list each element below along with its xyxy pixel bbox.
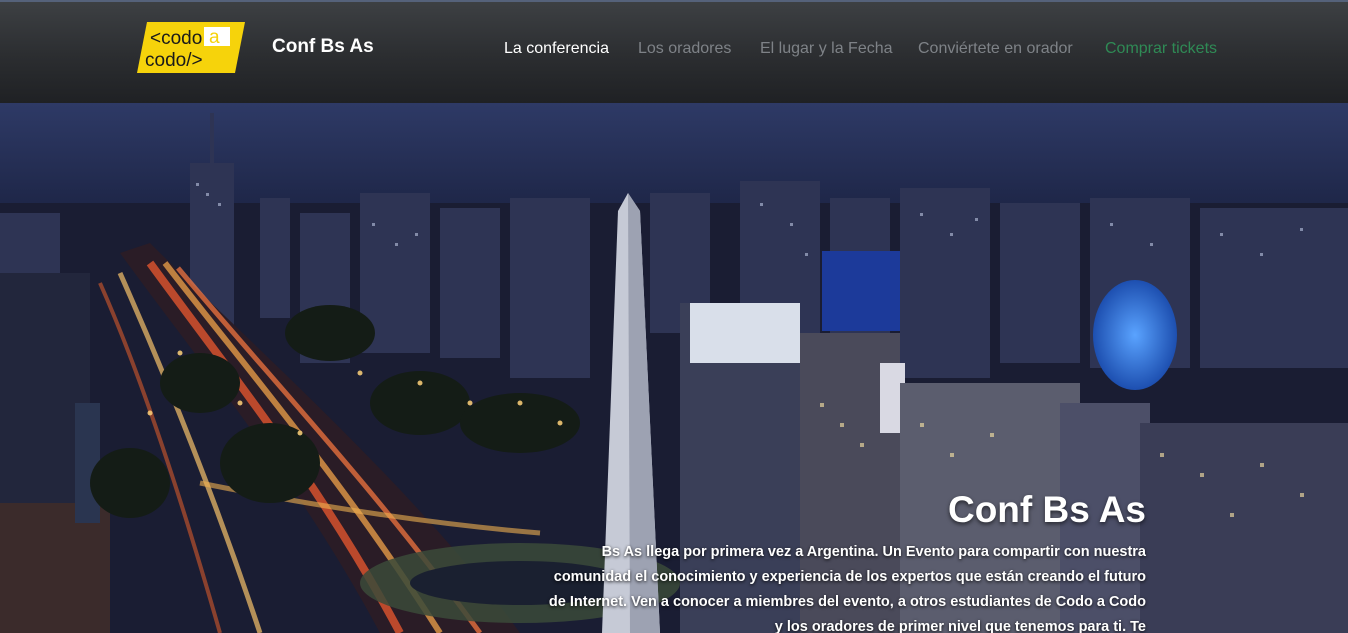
- nav-la-conferencia[interactable]: La conferencia: [504, 40, 609, 58]
- hero-section: Conf Bs As Bs As llega por primera vez a…: [0, 103, 1348, 633]
- nav-convertirse-orador[interactable]: Conviértete en orador: [918, 40, 1073, 58]
- hero-title: Conf Bs As: [947, 489, 1146, 530]
- nav-lugar-fecha[interactable]: El lugar y la Fecha: [760, 40, 893, 58]
- logo-line2: codo/>: [145, 50, 203, 71]
- navbar: <codo a codo/> Conf Bs As La conferencia…: [0, 0, 1348, 103]
- nav-los-oradores[interactable]: Los oradores: [638, 40, 731, 58]
- nav-comprar-tickets[interactable]: Comprar tickets: [1105, 40, 1217, 58]
- logo-line1: <codo: [150, 28, 202, 49]
- brand-title[interactable]: Conf Bs As: [272, 36, 374, 58]
- logo-accent: a: [209, 27, 220, 48]
- hero-description: Bs As llega por primera vez a Argentina.…: [548, 544, 1146, 633]
- svg-text:codo/>: codo/>: [145, 50, 203, 71]
- svg-text:<codo: <codo: [150, 28, 202, 49]
- codo-a-codo-logo[interactable]: <codo a codo/>: [137, 22, 245, 73]
